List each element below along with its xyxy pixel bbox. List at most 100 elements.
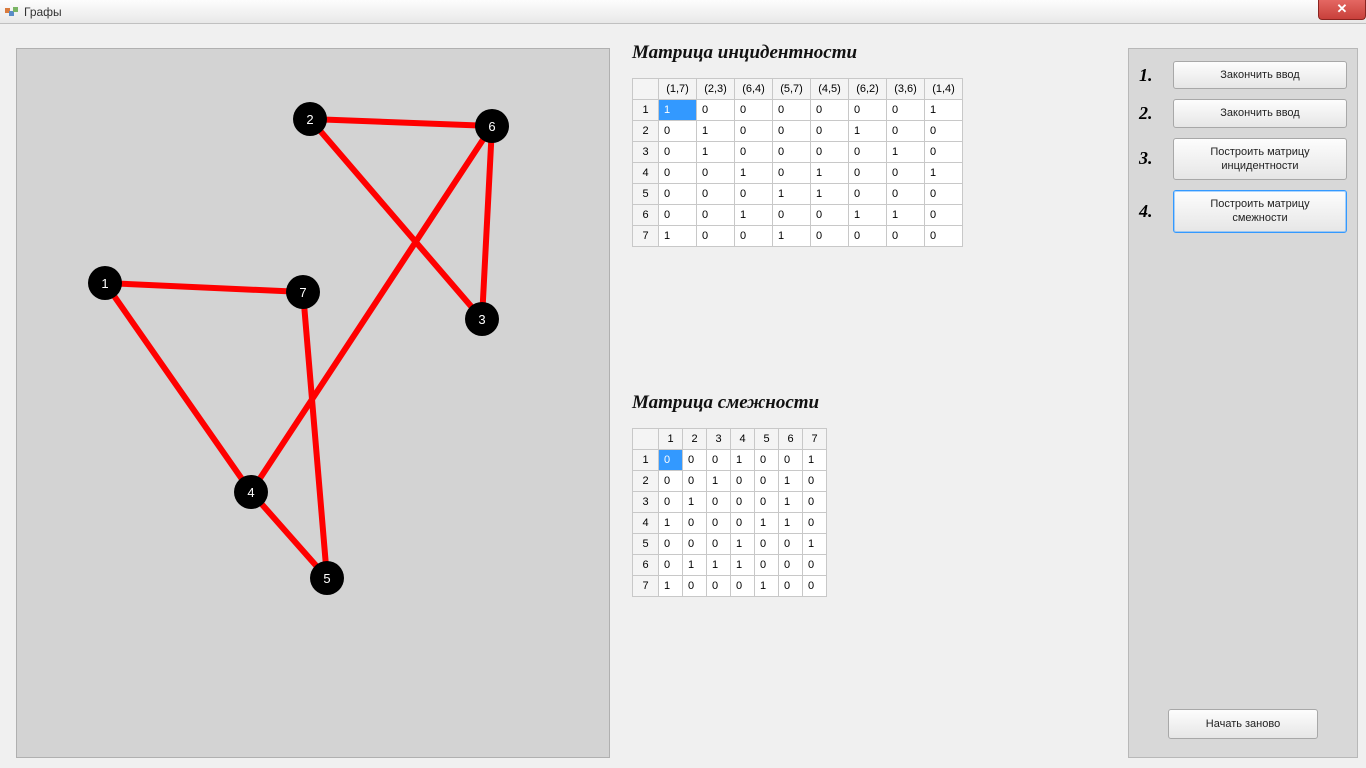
matrix-col-header[interactable]: (6,2): [849, 79, 887, 100]
matrix-cell[interactable]: 0: [887, 184, 925, 205]
graph-node-1[interactable]: 1: [88, 266, 122, 300]
matrix-cell[interactable]: 0: [779, 534, 803, 555]
matrix-cell[interactable]: 1: [707, 555, 731, 576]
matrix-col-header[interactable]: (5,7): [773, 79, 811, 100]
matrix-col-header[interactable]: (2,3): [697, 79, 735, 100]
matrix-col-header[interactable]: 4: [731, 429, 755, 450]
sidebar-step-button[interactable]: Построить матрицуинцидентности: [1173, 138, 1347, 181]
matrix-cell[interactable]: 0: [707, 576, 731, 597]
graph-node-3[interactable]: 3: [465, 302, 499, 336]
matrix-cell[interactable]: 0: [707, 513, 731, 534]
matrix-col-header[interactable]: 5: [755, 429, 779, 450]
graph-node-5[interactable]: 5: [310, 561, 344, 595]
matrix-cell[interactable]: 0: [803, 471, 827, 492]
matrix-cell[interactable]: 0: [925, 205, 963, 226]
matrix-cell[interactable]: 1: [683, 492, 707, 513]
matrix-cell[interactable]: 1: [731, 534, 755, 555]
matrix-cell[interactable]: 0: [697, 184, 735, 205]
matrix-cell[interactable]: 1: [659, 576, 683, 597]
matrix-cell[interactable]: 0: [779, 576, 803, 597]
matrix-cell[interactable]: 0: [803, 576, 827, 597]
matrix-cell[interactable]: 1: [925, 100, 963, 121]
sidebar-step-button[interactable]: Построить матрицусмежности: [1173, 190, 1347, 233]
matrix-cell[interactable]: 0: [849, 100, 887, 121]
restart-button[interactable]: Начать заново: [1168, 709, 1318, 739]
matrix-cell[interactable]: 0: [755, 555, 779, 576]
matrix-cell[interactable]: 0: [707, 450, 731, 471]
matrix-col-header[interactable]: 3: [707, 429, 731, 450]
matrix-cell[interactable]: 0: [659, 471, 683, 492]
matrix-cell[interactable]: 0: [887, 226, 925, 247]
matrix-cell[interactable]: 0: [731, 576, 755, 597]
matrix-col-header[interactable]: (1,7): [659, 79, 697, 100]
matrix-row-header[interactable]: 4: [633, 163, 659, 184]
matrix-col-header[interactable]: 2: [683, 429, 707, 450]
matrix-cell[interactable]: 1: [773, 226, 811, 247]
matrix-cell[interactable]: 0: [811, 142, 849, 163]
matrix-cell[interactable]: 1: [755, 576, 779, 597]
matrix-cell[interactable]: 1: [659, 226, 697, 247]
matrix-row-header[interactable]: 2: [633, 471, 659, 492]
matrix-cell[interactable]: 0: [659, 534, 683, 555]
matrix-cell[interactable]: 0: [779, 450, 803, 471]
matrix-cell[interactable]: 1: [731, 450, 755, 471]
graph-node-6[interactable]: 6: [475, 109, 509, 143]
matrix-cell[interactable]: 0: [803, 492, 827, 513]
matrix-cell[interactable]: 0: [773, 121, 811, 142]
graph-node-2[interactable]: 2: [293, 102, 327, 136]
matrix-cell[interactable]: 0: [659, 184, 697, 205]
matrix-cell[interactable]: 0: [811, 205, 849, 226]
matrix-cell[interactable]: 0: [849, 163, 887, 184]
matrix-row-header[interactable]: 3: [633, 142, 659, 163]
matrix-cell[interactable]: 0: [755, 450, 779, 471]
matrix-cell[interactable]: 1: [803, 450, 827, 471]
matrix-cell[interactable]: 0: [849, 184, 887, 205]
matrix-cell[interactable]: 1: [779, 492, 803, 513]
matrix-cell[interactable]: 1: [803, 534, 827, 555]
matrix-cell[interactable]: 0: [925, 142, 963, 163]
matrix-cell[interactable]: 0: [803, 513, 827, 534]
matrix-cell[interactable]: 0: [697, 205, 735, 226]
matrix-cell[interactable]: 0: [707, 534, 731, 555]
matrix-col-header[interactable]: (6,4): [735, 79, 773, 100]
graph-node-4[interactable]: 4: [234, 475, 268, 509]
matrix-cell[interactable]: 1: [735, 163, 773, 184]
incidence-matrix[interactable]: (1,7)(2,3)(6,4)(5,7)(4,5)(6,2)(3,6)(1,4)…: [632, 78, 963, 247]
matrix-row-header[interactable]: 5: [633, 534, 659, 555]
matrix-cell[interactable]: 0: [773, 100, 811, 121]
matrix-cell[interactable]: 0: [925, 226, 963, 247]
matrix-col-header[interactable]: (3,6): [887, 79, 925, 100]
matrix-cell[interactable]: 1: [779, 471, 803, 492]
matrix-cell[interactable]: 0: [887, 121, 925, 142]
matrix-col-header[interactable]: 1: [659, 429, 683, 450]
matrix-cell[interactable]: 1: [755, 513, 779, 534]
matrix-cell[interactable]: 0: [697, 163, 735, 184]
graph-canvas[interactable]: 1234567: [16, 48, 610, 758]
matrix-cell[interactable]: 1: [925, 163, 963, 184]
matrix-cell[interactable]: 0: [731, 492, 755, 513]
matrix-cell[interactable]: 0: [731, 471, 755, 492]
matrix-row-header[interactable]: 5: [633, 184, 659, 205]
matrix-cell[interactable]: 1: [697, 121, 735, 142]
matrix-row-header[interactable]: 3: [633, 492, 659, 513]
matrix-cell[interactable]: 0: [755, 534, 779, 555]
matrix-cell[interactable]: 1: [683, 555, 707, 576]
matrix-cell[interactable]: 0: [735, 184, 773, 205]
matrix-cell[interactable]: 0: [707, 492, 731, 513]
matrix-cell[interactable]: 1: [887, 205, 925, 226]
matrix-cell[interactable]: 0: [683, 450, 707, 471]
matrix-cell[interactable]: 0: [683, 576, 707, 597]
matrix-cell[interactable]: 0: [755, 492, 779, 513]
matrix-cell[interactable]: 1: [887, 142, 925, 163]
matrix-row-header[interactable]: 7: [633, 226, 659, 247]
matrix-cell[interactable]: 1: [659, 100, 697, 121]
window-close-button[interactable]: ✕: [1318, 0, 1366, 20]
matrix-cell[interactable]: 0: [735, 100, 773, 121]
matrix-row-header[interactable]: 6: [633, 205, 659, 226]
matrix-cell[interactable]: 0: [735, 121, 773, 142]
matrix-cell[interactable]: 1: [849, 121, 887, 142]
matrix-cell[interactable]: 0: [849, 142, 887, 163]
matrix-cell[interactable]: 0: [849, 226, 887, 247]
matrix-row-header[interactable]: 7: [633, 576, 659, 597]
matrix-cell[interactable]: 0: [925, 121, 963, 142]
